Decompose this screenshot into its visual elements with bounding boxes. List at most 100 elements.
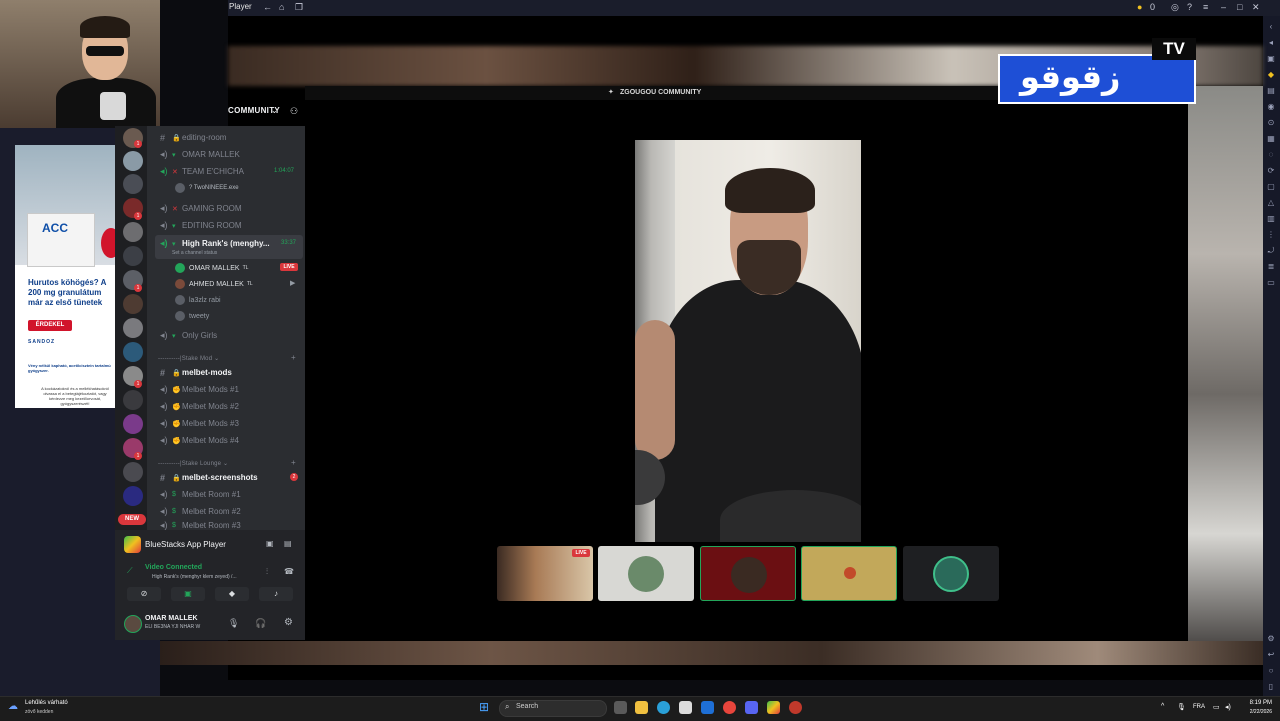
- edge-icon[interactable]: [657, 701, 670, 714]
- multi-instance-icon[interactable]: ❐: [295, 2, 303, 13]
- user-name[interactable]: OMAR MALLEK: [145, 615, 198, 622]
- main-video-stream[interactable]: [635, 140, 861, 542]
- guild-icon[interactable]: [123, 414, 143, 434]
- clock-time[interactable]: 8:19 PM: [1242, 700, 1272, 706]
- channel-omar-mallek[interactable]: ◂) ▾ OMAR MALLEK: [160, 147, 300, 162]
- sidebar-macro-icon[interactable]: ⊙: [1266, 118, 1276, 128]
- channel-editing-room-voice[interactable]: ◂) ▾ EDITING ROOM: [160, 218, 300, 233]
- app-icon[interactable]: [789, 701, 802, 714]
- sidebar-back-icon[interactable]: ↩: [1266, 650, 1276, 660]
- guild-icon[interactable]: [123, 151, 143, 171]
- discord-taskbar-icon[interactable]: [745, 701, 758, 714]
- sidebar-home-icon[interactable]: ○: [1266, 666, 1276, 676]
- headphones-icon[interactable]: 🎧: [255, 618, 266, 629]
- user-settings-icon[interactable]: ⚙: [284, 617, 293, 628]
- channel-melbet-mods-2[interactable]: ◂) ✊ Melbet Mods #2: [160, 399, 300, 414]
- participant-tile[interactable]: [598, 546, 694, 601]
- help-icon[interactable]: ?: [1187, 2, 1192, 12]
- sidebar-stack-icon[interactable]: ▭: [1266, 278, 1276, 288]
- guild-icon[interactable]: [123, 390, 143, 410]
- guild-icon[interactable]: [123, 174, 143, 194]
- start-icon[interactable]: ⊞: [479, 700, 489, 714]
- category-stake-mod[interactable]: ----------|Stake Mod ⌄: [158, 355, 219, 362]
- sidebar-shake-icon[interactable]: ⟳: [1266, 166, 1276, 176]
- voice-channel-name[interactable]: High Rank's (menghyr klem zeyed) /...: [152, 574, 237, 580]
- file-explorer-icon[interactable]: [635, 701, 648, 714]
- volume-icon[interactable]: ◂): [1225, 703, 1231, 711]
- channel-melbet-mods-3[interactable]: ◂) ✊ Melbet Mods #3: [160, 416, 300, 431]
- set-channel-status[interactable]: Set a channel status: [172, 250, 217, 256]
- task-view-icon[interactable]: [614, 701, 627, 714]
- mic-tray-icon[interactable]: 🎙: [1177, 703, 1186, 711]
- sidebar-settings-icon[interactable]: ⋮: [1266, 230, 1276, 240]
- sidebar-expand-icon[interactable]: ‹: [1266, 22, 1276, 32]
- channel-melbet-mods[interactable]: # 🔒 melbet-mods: [160, 365, 300, 380]
- sidebar-record-icon[interactable]: ◉: [1266, 102, 1276, 112]
- sidebar-recents-icon[interactable]: ▯: [1266, 682, 1276, 692]
- sidebar-media-icon[interactable]: ▢: [1266, 182, 1276, 192]
- participant-tile[interactable]: [700, 546, 796, 601]
- voice-user-omar[interactable]: OMAR MALLEK TL: [175, 263, 248, 273]
- stream-settings-icon[interactable]: ▤: [284, 539, 292, 548]
- voice-user[interactable]: tweety: [175, 311, 209, 321]
- tray-chevron-icon[interactable]: ^: [1161, 703, 1164, 710]
- voice-user[interactable]: ? TwoNINEEE.exe: [175, 183, 239, 193]
- activities-button[interactable]: ◆: [215, 587, 249, 601]
- store-icon[interactable]: [679, 701, 692, 714]
- sidebar-eco-icon[interactable]: △: [1266, 198, 1276, 208]
- server-chevron-icon[interactable]: ⌄: [271, 106, 278, 115]
- guild-icon[interactable]: [123, 342, 143, 362]
- screen-share-button[interactable]: ▣: [171, 587, 205, 601]
- category-stake-lounge[interactable]: ----------|Stake Lounge ⌄: [158, 460, 228, 467]
- sidebar-gear-icon[interactable]: ⚙: [1266, 634, 1276, 644]
- guild-icon[interactable]: [123, 462, 143, 482]
- participant-tile[interactable]: [801, 546, 897, 601]
- chrome-icon[interactable]: [723, 701, 736, 714]
- sidebar-screenshot-icon[interactable]: ▣: [1266, 54, 1276, 64]
- sidebar-location-icon[interactable]: ◌: [1266, 150, 1276, 160]
- menu-icon[interactable]: ≡: [1203, 2, 1208, 12]
- add-channel-icon[interactable]: +: [291, 353, 296, 362]
- channel-gaming-room[interactable]: ◂) ✕ GAMING ROOM: [160, 201, 300, 216]
- bluestacks-taskbar-icon[interactable]: [767, 701, 780, 714]
- stream-preview-icon[interactable]: ▣: [266, 539, 274, 548]
- clock-date[interactable]: 2/22/2026: [1236, 709, 1272, 715]
- channel-melbet-room-2[interactable]: ◂) $ Melbet Room #2: [160, 504, 300, 519]
- channel-melbet-screenshots[interactable]: # 🔒 melbet-screenshots: [160, 470, 300, 485]
- sidebar-layers-icon[interactable]: ≣: [1266, 262, 1276, 272]
- back-icon[interactable]: ←: [263, 2, 272, 12]
- user-avatar[interactable]: [124, 615, 142, 633]
- guild-icon[interactable]: [123, 294, 143, 314]
- weather-headline[interactable]: Lehűlés várható: [25, 700, 68, 706]
- input-language[interactable]: FRA: [1193, 704, 1205, 710]
- voice-user[interactable]: la3zlz rabi: [175, 295, 221, 305]
- channel-high-ranks[interactable]: ◂) ▾ High Rank's (menghy...: [160, 236, 300, 251]
- weather-icon[interactable]: ☁: [8, 701, 18, 712]
- mail-icon[interactable]: [701, 701, 714, 714]
- maximize-icon[interactable]: □: [1237, 2, 1242, 12]
- channel-melbet-mods-1[interactable]: ◂) ✊ Melbet Mods #1: [160, 382, 300, 397]
- channel-melbet-room-3[interactable]: ◂) $ Melbet Room #3: [160, 520, 300, 530]
- sidebar-keyboard-icon[interactable]: ▦: [1266, 134, 1276, 144]
- guild-icon[interactable]: [123, 222, 143, 242]
- channel-melbet-mods-4[interactable]: ◂) ✊ Melbet Mods #4: [160, 433, 300, 448]
- noise-suppression-icon[interactable]: ⫶: [266, 567, 268, 577]
- participant-tile[interactable]: [903, 546, 999, 601]
- channel-editing-room[interactable]: # 🔒 editing-room: [160, 130, 300, 145]
- channel-melbet-room-1[interactable]: ◂) $ Melbet Room #1: [160, 487, 300, 502]
- guild-icon[interactable]: [123, 486, 143, 506]
- guild-icon[interactable]: [123, 246, 143, 266]
- add-channel-icon[interactable]: +: [291, 458, 296, 467]
- close-icon[interactable]: ✕: [1252, 2, 1260, 13]
- sidebar-files-icon[interactable]: ▥: [1266, 214, 1276, 224]
- disconnect-icon[interactable]: ☎: [284, 567, 294, 576]
- home-icon[interactable]: ⌂: [279, 2, 284, 12]
- camera-toggle-button[interactable]: ⊘: [127, 587, 161, 601]
- sidebar-rotate-icon[interactable]: ⤾: [1266, 246, 1276, 256]
- sidebar-gift-icon[interactable]: ◆: [1266, 70, 1276, 80]
- network-icon[interactable]: ▭: [1213, 703, 1220, 711]
- soundboard-button[interactable]: ♪: [259, 587, 293, 601]
- guild-icon[interactable]: [123, 318, 143, 338]
- microphone-icon[interactable]: 🎙: [228, 618, 239, 629]
- channel-only-girls[interactable]: ◂) ▾ Only Girls: [160, 328, 300, 343]
